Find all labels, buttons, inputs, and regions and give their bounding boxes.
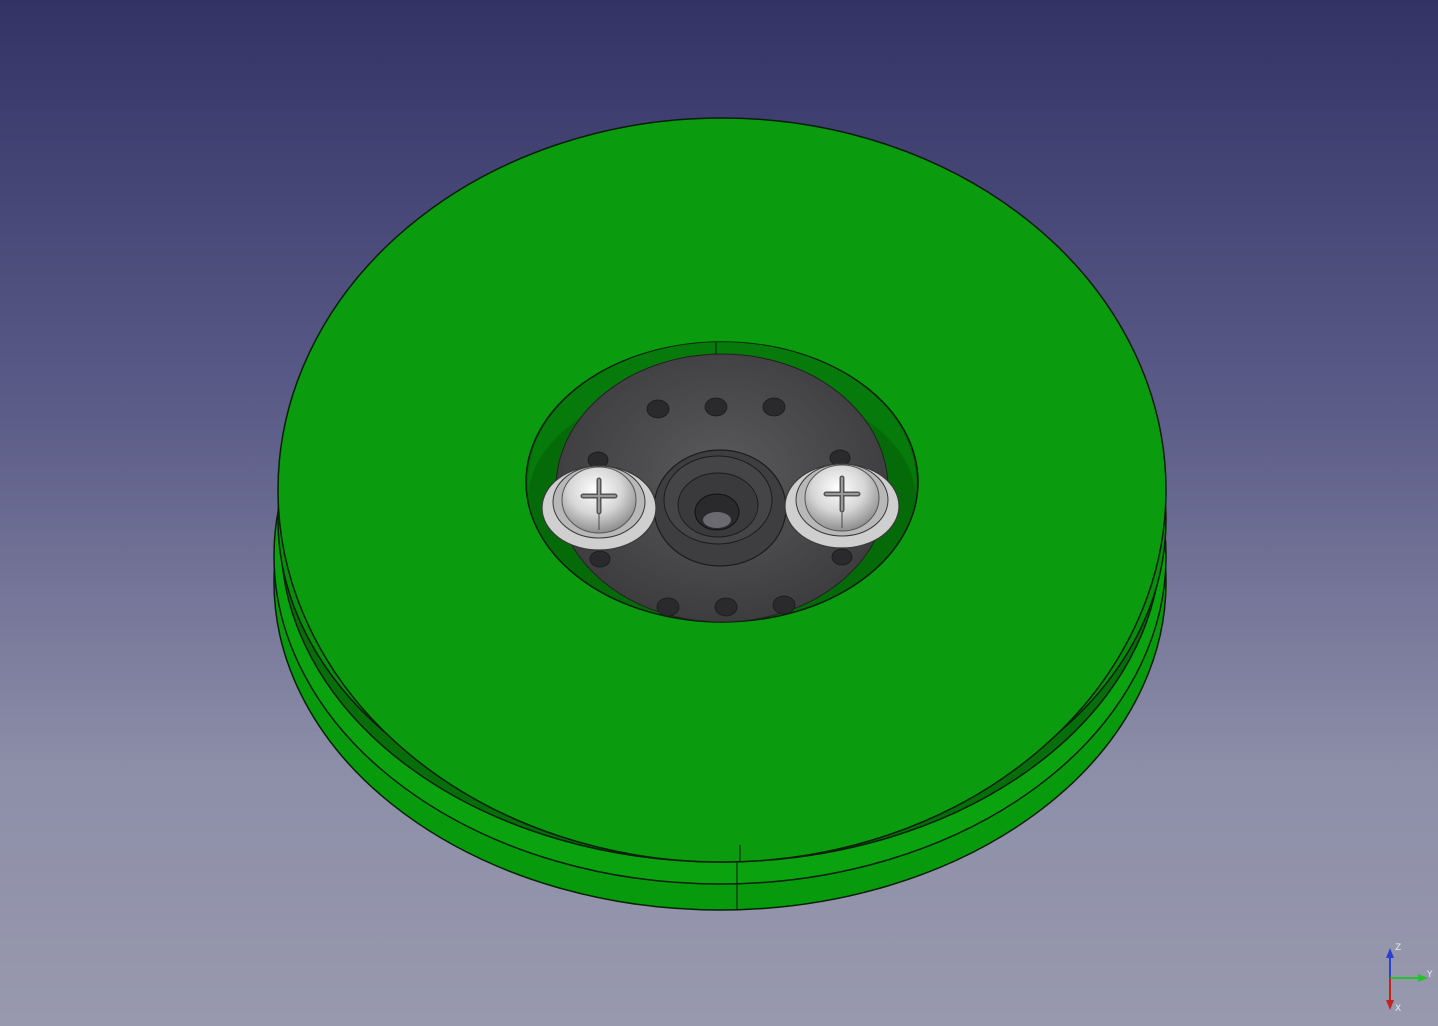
3d-viewport[interactable]: Z Y X — [0, 0, 1438, 1026]
axis-label-y: Y — [1427, 970, 1433, 980]
horn-hub — [653, 449, 787, 567]
axis-label-z: Z — [1395, 943, 1402, 953]
screw-right[interactable] — [784, 463, 900, 549]
screw-left[interactable] — [541, 465, 657, 551]
axis-label-x: X — [1395, 1004, 1402, 1014]
model-scene[interactable] — [0, 0, 1438, 1026]
axis-triad[interactable]: Z Y X — [1370, 938, 1438, 1018]
